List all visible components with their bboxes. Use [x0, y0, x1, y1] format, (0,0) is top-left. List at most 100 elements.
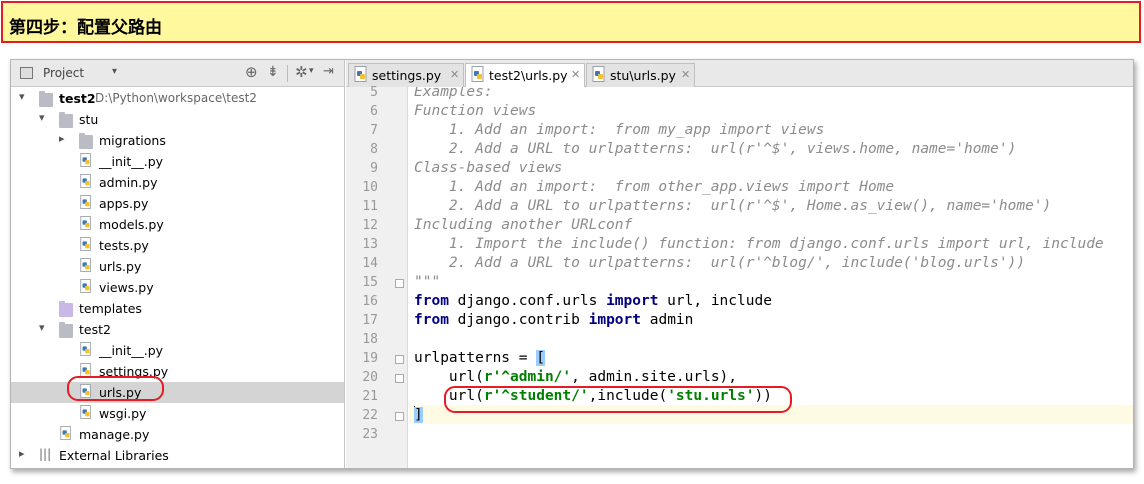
tab-label: stu\urls.py	[610, 68, 676, 83]
tree-item-label: test2	[79, 322, 111, 337]
editor-tabbar: settings.py ✕ test2\urls.py ✕ stu\urls.py ✕	[346, 60, 1133, 88]
tree-item[interactable]: urls.py	[11, 382, 344, 403]
tree-item-label: apps.py	[99, 196, 149, 211]
collapse-all-icon[interactable]: ⇟	[267, 64, 279, 80]
expand-arrow-icon[interactable]: ▾	[19, 90, 25, 103]
code-line: 2. Add a URL to urlpatterns: url(r'^$', …	[414, 198, 1051, 217]
tree-item[interactable]: templates	[11, 298, 344, 319]
expand-arrow-icon[interactable]: ▾	[39, 321, 45, 334]
line-number: 17	[362, 313, 378, 328]
python-file-icon	[80, 363, 91, 377]
python-file-icon	[80, 405, 91, 419]
tree-item[interactable]: __init__.py	[11, 340, 344, 361]
tree-item[interactable]: tests.py	[11, 235, 344, 256]
tree-item[interactable]: models.py	[11, 214, 344, 235]
libraries-icon: |||	[39, 447, 52, 461]
tree-item[interactable]: ▸ migrations	[11, 130, 344, 151]
tree-item[interactable]: ▾ stu	[11, 109, 344, 130]
tree-item[interactable]: __init__.py	[11, 151, 344, 172]
collapse-arrow-icon[interactable]: ▸	[19, 447, 25, 460]
tree-item-label: wsgi.py	[99, 406, 147, 421]
editor-tab[interactable]: stu\urls.py ✕	[586, 63, 695, 87]
chevron-down-icon[interactable]: ▾	[112, 66, 117, 77]
line-number: 6	[370, 104, 378, 119]
tree-item[interactable]: ▾ test2 D:\Python\workspace\test2	[11, 88, 344, 109]
project-panel: Project ▾ ⊕ ⇟ ✲ ▾ ⇥ ▾ test2 D:\Python\work…	[11, 60, 345, 468]
python-file-icon	[60, 426, 71, 440]
gear-icon[interactable]: ✲	[295, 63, 308, 81]
code-line: 2. Add a URL to urlpatterns: url(r'^$', …	[414, 141, 1016, 160]
code-line: from django.contrib import admin	[414, 312, 693, 331]
tree-item-label: admin.py	[99, 175, 158, 190]
line-number: 11	[362, 199, 378, 214]
code-token: r'^admin/'	[483, 369, 572, 385]
tree-item-label: stu	[79, 112, 99, 127]
tree-item-label: migrations	[99, 133, 166, 148]
code-line: from django.conf.urls import url, includ…	[414, 293, 772, 312]
code-token: Examples:	[414, 87, 493, 100]
tree-item[interactable]: ▸ ||| External Libraries	[11, 445, 344, 466]
code-token: django.contrib	[448, 312, 589, 328]
project-view-icon[interactable]	[20, 67, 33, 79]
close-icon[interactable]: ✕	[450, 68, 459, 81]
tree-item[interactable]: ▾ test2	[11, 319, 344, 340]
editor-tab[interactable]: test2\urls.py ✕	[465, 63, 585, 88]
close-icon[interactable]: ✕	[681, 68, 690, 81]
annotation-oval-urls	[67, 376, 164, 401]
sync-icon[interactable]: ⊕	[245, 63, 258, 81]
python-file-icon	[80, 258, 91, 272]
line-number: 5	[370, 85, 378, 100]
python-file-icon	[80, 216, 91, 230]
tree-item[interactable]: admin.py	[11, 172, 344, 193]
code-token: admin	[641, 312, 694, 328]
tree-item[interactable]: urls.py	[11, 256, 344, 277]
line-number: 12	[362, 218, 378, 233]
tree-item[interactable]: settings.py	[11, 361, 344, 382]
editor-tab[interactable]: settings.py ✕	[348, 63, 464, 87]
line-number: 7	[370, 123, 378, 138]
line-number: 21	[362, 389, 378, 404]
project-dropdown-label[interactable]: Project	[43, 66, 84, 80]
code-token: , admin.site.urls),	[571, 369, 738, 385]
folder-icon	[79, 133, 93, 149]
python-file-icon	[80, 195, 91, 209]
fold-marker-icon[interactable]	[395, 355, 404, 364]
python-file-icon	[80, 342, 91, 356]
code-line: Examples:	[414, 87, 493, 103]
fold-marker-icon[interactable]	[395, 412, 404, 421]
divider	[287, 65, 288, 82]
fold-marker-icon[interactable]	[395, 279, 404, 288]
tree-item[interactable]: views.py	[11, 277, 344, 298]
fold-marker-icon[interactable]	[395, 374, 404, 383]
line-number-gutter: 5 6 7 8 9 10 11 12 13 14 15 16 17 18 19 20 21 22 23	[346, 85, 408, 468]
step-banner: 第四步：配置父路由	[1, 1, 1141, 43]
annotation-oval-include-line	[444, 386, 792, 413]
code-token: django.conf.urls	[448, 293, 607, 309]
line-number: 9	[370, 161, 378, 176]
tree-item-label: External Libraries	[59, 448, 169, 463]
gear-dropdown-icon[interactable]: ▾	[309, 66, 314, 76]
tree-item[interactable]: manage.py	[11, 424, 344, 445]
line-number: 19	[362, 351, 378, 366]
code-line: Function views	[414, 103, 536, 122]
tree-item[interactable]: apps.py	[11, 193, 344, 214]
tree-item-path: D:\Python\workspace\test2	[95, 91, 257, 105]
tree-item-label: __init__.py	[99, 343, 164, 358]
line-number: 22	[362, 408, 378, 423]
hide-panel-icon[interactable]: ⇥	[323, 64, 334, 79]
code-line: ]	[414, 407, 423, 426]
line-number: 14	[362, 256, 378, 271]
line-number: 16	[362, 294, 378, 309]
close-icon[interactable]: ✕	[571, 68, 580, 81]
code-line: 2. Add a URL to urlpatterns: url(r'^blog…	[414, 255, 1025, 274]
expand-arrow-icon[interactable]: ▾	[39, 111, 45, 124]
tree-item-label: tests.py	[99, 238, 149, 253]
collapse-arrow-icon[interactable]: ▸	[59, 132, 65, 145]
code-token: 1. Add an import: from other_app.views i…	[414, 179, 895, 195]
tree-item-label: views.py	[99, 280, 154, 295]
code-line: 1. Add an import: from my_app import vie…	[414, 122, 824, 141]
tab-label: settings.py	[372, 68, 442, 83]
code-token: Class-based views	[414, 160, 563, 176]
code-token: 1. Import the include() function: from d…	[414, 236, 1104, 252]
tree-item[interactable]: wsgi.py	[11, 403, 344, 424]
